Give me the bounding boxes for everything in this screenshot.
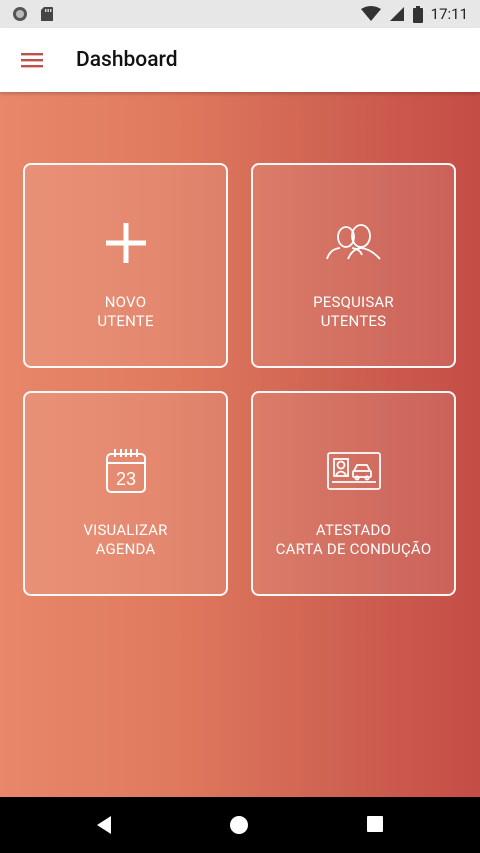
back-icon <box>97 816 111 834</box>
app-bar: Dashboard <box>0 28 480 92</box>
recents-button[interactable] <box>366 815 384 837</box>
dashboard-content: NOVO UTENTE PESQUISAR UTENTES 23 VISUALI… <box>0 92 480 797</box>
recents-icon <box>367 816 383 832</box>
status-left-icons <box>12 6 54 22</box>
home-button[interactable] <box>229 815 249 839</box>
calendar-icon: 23 <box>96 441 156 501</box>
status-right-icons: 17:11 <box>360 5 468 23</box>
card-label-line2: UTENTE <box>97 312 154 330</box>
status-time: 17:11 <box>430 5 468 23</box>
card-label-line2: CARTA DE CONDUÇÃO <box>275 540 432 558</box>
card-label-line1: ATESTADO <box>315 521 392 539</box>
home-icon <box>230 816 248 834</box>
hamburger-menu-button[interactable] <box>18 48 48 72</box>
card-label: ATESTADO CARTA DE CONDUÇÃO <box>276 521 432 559</box>
hamburger-menu-icon <box>21 53 43 68</box>
calendar-day-text: 23 <box>115 469 135 489</box>
card-label-line2: AGENDA <box>95 540 156 558</box>
battery-icon <box>412 5 423 23</box>
card-label: PESQUISAR UTENTES <box>313 293 394 331</box>
pesquisar-utentes-card[interactable]: PESQUISAR UTENTES <box>251 163 456 368</box>
people-icon <box>324 213 384 273</box>
wifi-icon <box>360 6 381 21</box>
circle-notification-icon <box>13 7 27 21</box>
card-label-line1: NOVO <box>104 293 147 311</box>
card-label-line1: VISUALIZAR <box>83 521 168 539</box>
novo-utente-card[interactable]: NOVO UTENTE <box>23 163 228 368</box>
plus-icon <box>96 213 156 273</box>
card-label-line1: PESQUISAR <box>313 293 394 311</box>
card-label: VISUALIZAR AGENDA <box>83 521 167 559</box>
card-label-line2: UTENTES <box>320 312 387 330</box>
signal-icon <box>389 7 404 21</box>
sd-card-icon <box>41 7 53 21</box>
visualizar-agenda-card[interactable]: 23 VISUALIZAR AGENDA <box>23 391 228 596</box>
id-card-icon <box>324 441 384 501</box>
page-title: Dashboard <box>76 48 178 72</box>
status-bar: 17:11 <box>0 0 480 28</box>
back-button[interactable] <box>94 815 114 839</box>
system-nav-bar <box>0 797 480 853</box>
atestado-carta-card[interactable]: ATESTADO CARTA DE CONDUÇÃO <box>251 391 456 596</box>
card-label: NOVO UTENTE <box>97 293 153 331</box>
